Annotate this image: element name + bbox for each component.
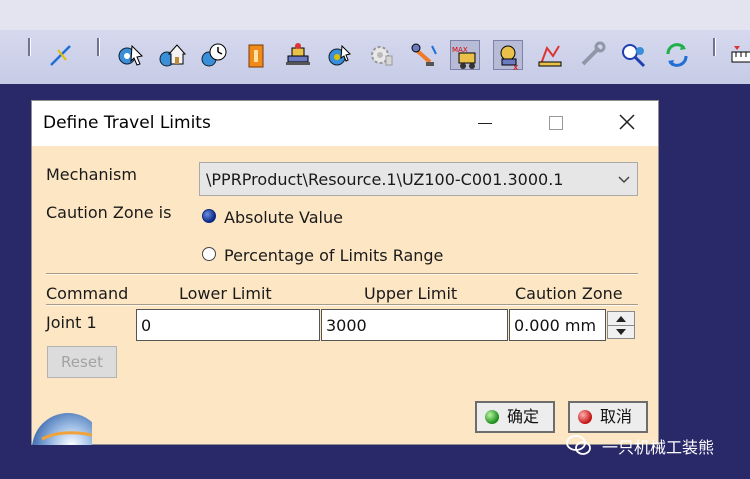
watermark: 一只机械工装熊 [566,432,750,458]
gear-pointer-icon[interactable] [325,40,355,70]
wrench-icon[interactable] [577,40,607,70]
lower-limit-input[interactable]: 0 [136,309,320,341]
chevron-down-icon [618,176,630,184]
dialog-titlebar[interactable]: Define Travel Limits [32,101,658,146]
header-separator [46,304,638,306]
travel-limits-dialog: Define Travel Limits Mechanism \PPRProdu… [31,100,659,445]
toolbar: MAX x [0,30,750,85]
watermark-text: 一只机械工装熊 [602,438,715,457]
dialog-title: Define Travel Limits [43,113,211,133]
separator [46,273,638,275]
gear-magnify-icon[interactable] [619,40,649,70]
cancel-label: 取消 [600,407,633,426]
mechanism-label: Mechanism [46,165,137,184]
header-upper-limit: Upper Limit [364,284,458,303]
cancel-button[interactable]: 取消 [568,401,648,433]
reset-button[interactable]: Reset [47,346,117,378]
joint-label: Joint 1 [46,313,97,332]
robot-arm-icon[interactable] [408,40,438,70]
limits-max-icon[interactable]: MAX [450,40,480,70]
robot-gear-icon[interactable] [283,40,313,70]
stepper-up[interactable] [608,312,634,326]
toolbar-separator [713,38,716,56]
absolute-value-label: Absolute Value [224,208,343,227]
clock-gear-icon[interactable] [199,40,229,70]
window-top-band [0,0,750,30]
arrow-up-icon [616,316,626,322]
percentage-range-label: Percentage of Limits Range [224,246,444,265]
red-dot-icon [578,410,592,424]
header-command: Command [46,284,129,303]
caution-zone-label: Caution Zone is [46,203,172,222]
arrow-down-icon [616,329,626,335]
caution-zone-stepper[interactable] [607,311,635,339]
ok-button[interactable]: 确定 [475,401,555,433]
caution-zone-input[interactable]: 0.000 mm [509,309,606,341]
percentage-range-radio[interactable] [202,247,216,261]
header-lower-limit: Lower Limit [179,284,272,303]
limits-robot-icon[interactable]: x [493,40,523,71]
refresh-icon[interactable] [662,40,692,70]
absolute-value-radio[interactable] [202,209,216,223]
ruler-icon[interactable] [728,40,750,70]
desktop-strip [0,84,750,100]
home-gear-icon[interactable] [157,40,187,70]
upper-limit-input[interactable]: 3000 [321,309,508,341]
header-caution-zone: Caution Zone [515,284,623,303]
pointer-gear-icon[interactable] [116,40,146,70]
toolbar-separator [97,38,100,56]
sim-robot-icon[interactable] [535,40,565,70]
close-icon[interactable] [618,113,636,131]
mechanism-value: \PPRProduct\Resource.1\UZ100-C001.3000.1 [206,170,564,189]
toolbar-separator [28,38,31,56]
wechat-icon [566,435,591,455]
green-dot-icon [485,410,499,424]
mechanism-select[interactable]: \PPRProduct\Resource.1\UZ100-C001.3000.1 [199,162,638,196]
line-icon[interactable] [46,40,76,70]
svg-text:x: x [513,63,519,71]
minimize-icon[interactable] [478,123,492,124]
gear-gray-icon[interactable] [367,40,397,70]
orange-panel-icon[interactable] [241,40,271,70]
stepper-down[interactable] [608,325,634,338]
globe-icon [32,413,92,445]
maximize-icon[interactable] [549,116,563,130]
ok-label: 确定 [507,407,540,426]
